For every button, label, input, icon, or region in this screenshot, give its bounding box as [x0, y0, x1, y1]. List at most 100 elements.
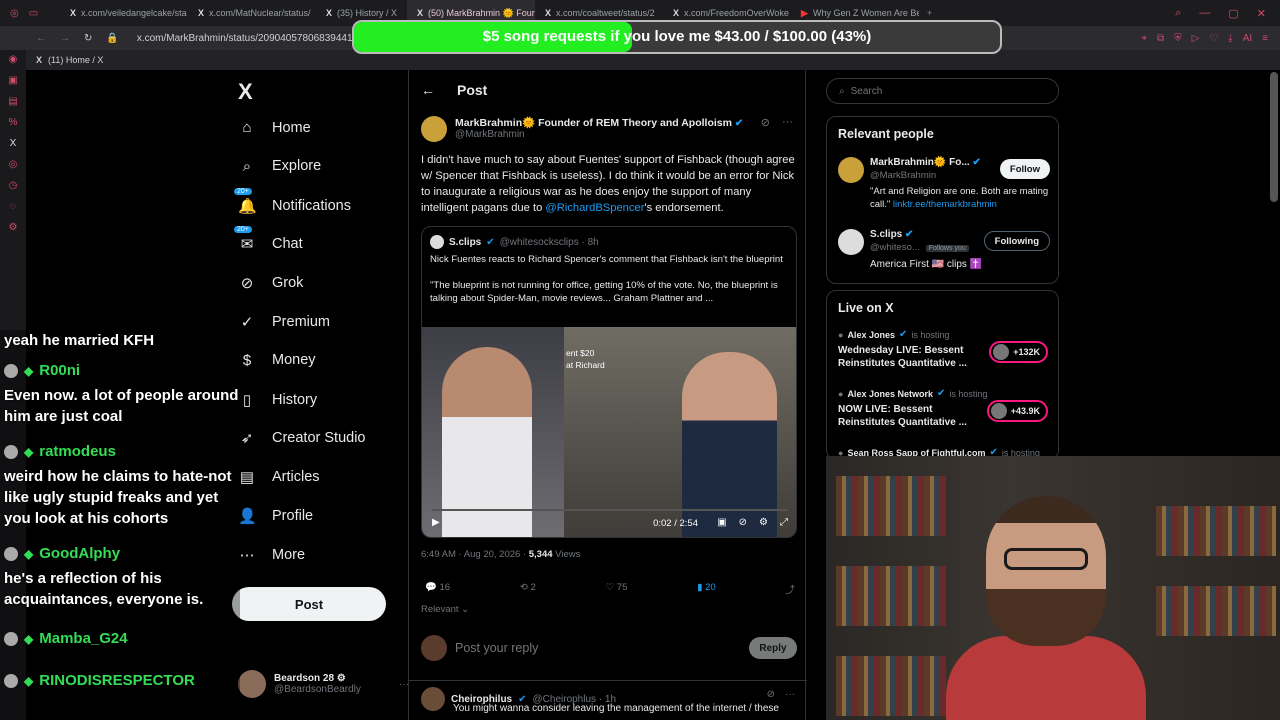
grok-icon[interactable]: ⊘ — [767, 689, 775, 700]
shield-icon[interactable]: ⛨ — [1174, 33, 1182, 44]
live-space[interactable]: ● Alex Jones Network ✔ is hosting NOW LIVE: … — [838, 388, 1050, 429]
settings-icon[interactable]: ⚙ — [9, 222, 18, 233]
nav-item-notifications[interactable]: 🔔 20+ Notifications — [234, 187, 351, 215]
captions-icon[interactable]: ▣ — [717, 517, 726, 528]
following-button[interactable]: Following — [983, 231, 1050, 251]
follow-button[interactable]: Follow — [999, 159, 1050, 179]
quoted-post[interactable]: S.clips ✔ @whitesocksclips · 8h Nick Fue… — [421, 226, 797, 538]
settings-icon[interactable]: ⚙ — [759, 517, 768, 528]
x-logo[interactable]: X — [238, 79, 253, 105]
reply-sort-dropdown[interactable]: Relevant ⌄ — [421, 604, 469, 615]
ai-icon[interactable]: AI — [1243, 33, 1252, 44]
heart-icon[interactable]: ♡ — [1209, 33, 1218, 44]
mute-icon[interactable]: ⊘ — [739, 517, 747, 528]
person-bio: America First 🇺🇸 clips ✝️ — [870, 259, 983, 270]
avatar — [421, 635, 447, 661]
post-author-name[interactable]: MarkBrahmin🌞 Founder of REM Theory and A… — [455, 117, 732, 129]
workspace-icon[interactable]: ▭ — [29, 8, 38, 19]
more-icon[interactable]: ··· — [785, 689, 795, 700]
account-switcher[interactable]: Beardson 28 ⚙ @BeardsonBeardly ··· — [238, 670, 409, 698]
address-input[interactable]: x.com/MarkBrahmin/status/209040578068394… — [131, 33, 364, 44]
quote-handle: @whitesocksclips · 8h — [499, 236, 599, 248]
nav-item-premium[interactable]: ✓ Premium — [238, 313, 330, 331]
more-icon[interactable]: ··· — [782, 116, 793, 129]
grok-icon[interactable]: ⊘ — [761, 116, 770, 129]
reply-submit-button[interactable]: Reply — [749, 637, 797, 659]
view-count: 5,344 — [528, 549, 553, 560]
sidebar-app-icon[interactable]: ◉ — [9, 54, 18, 65]
browser-tab-label: x.com/FreedomOverWoke — [684, 8, 789, 18]
search-input[interactable]: ⌕ Search — [826, 78, 1059, 104]
nav-item-grok[interactable]: ⊘ Grok — [238, 274, 304, 292]
hamburger-icon[interactable]: ≡ — [1262, 33, 1268, 44]
live-listener-pill[interactable]: +43.9K — [986, 400, 1048, 422]
menu-icon[interactable]: ◎ — [10, 8, 19, 19]
nav-item-more[interactable]: ⋯ More — [238, 546, 306, 564]
new-tab-icon[interactable]: + — [919, 8, 940, 18]
reply-input[interactable]: Post your reply — [455, 641, 741, 655]
nav-item-chat[interactable]: ✉ 20+ Chat — [234, 226, 303, 253]
views-label: Views — [552, 549, 581, 560]
x-app-icon[interactable]: X — [10, 138, 17, 149]
forward-icon[interactable]: → — [60, 33, 70, 44]
reply-button[interactable]: 💬 16 — [425, 582, 450, 596]
video-progress[interactable] — [432, 509, 788, 511]
x-favicon-icon: X — [198, 8, 205, 18]
post-timestamp[interactable]: 6:49 AM · Aug 20, 2026 · — [421, 549, 529, 560]
browser-tab[interactable]: Xx.com/MatNuclear/status/ — [188, 0, 316, 26]
nav-item-explore[interactable]: ⌕ Explore — [238, 158, 321, 175]
close-window-icon[interactable]: ✕ — [1257, 7, 1266, 20]
nav-item-home[interactable]: ⌂ Home — [238, 119, 310, 136]
post-author-handle[interactable]: @MarkBrahmin — [455, 129, 743, 140]
nav-item-money[interactable]: $ Money — [238, 352, 316, 369]
avatar[interactable] — [421, 116, 447, 142]
live-listener-pill[interactable]: +132K — [989, 341, 1048, 363]
download-icon[interactable]: ⤓ — [1228, 33, 1232, 44]
reload-icon[interactable]: ↻ — [84, 33, 92, 44]
page-scrollbar[interactable] — [1270, 72, 1278, 202]
extension-icon[interactable]: ⌖ — [1141, 33, 1147, 44]
video-frame-left — [422, 327, 564, 537]
nav-item-profile[interactable]: 👤 Profile — [238, 507, 313, 525]
repost-button[interactable]: ⟲ 2 — [520, 582, 536, 596]
avatar[interactable] — [421, 687, 445, 711]
nav-item-creator-studio[interactable]: ➶ Creator Studio — [238, 429, 366, 447]
back-arrow-icon[interactable]: ← — [421, 82, 435, 98]
chat-user-name: ratmodeus — [39, 443, 116, 460]
like-button[interactable]: ♡ 75 — [606, 582, 628, 596]
notification-badge: 20+ — [234, 187, 252, 195]
twitch-icon[interactable]: ▤ — [8, 96, 17, 107]
play-icon[interactable]: ▶ — [432, 517, 440, 528]
post-author-name-row[interactable]: MarkBrahmin🌞 Founder of REM Theory and A… — [455, 116, 743, 129]
bookmark-home[interactable]: (11) Home / X — [48, 55, 103, 65]
chat-badge-icon: ◆ — [24, 631, 34, 646]
minimize-icon[interactable]: — — [1199, 7, 1210, 20]
maximize-icon[interactable]: ▢ — [1228, 7, 1238, 20]
reply-post[interactable]: Cheirophilus ✔ @Cheirophlus · 1h ⊘ ··· Yo… — [409, 680, 807, 720]
mention-link[interactable]: @RichardBSpencer — [545, 202, 644, 214]
fullscreen-icon[interactable]: ⤢ — [780, 517, 788, 528]
person-name-row: S.clips ✔ — [870, 229, 913, 240]
articles-icon: ▤ — [238, 468, 256, 486]
video-player[interactable]: ent $20 at Richard ▶ 0:02 / 2:54 ▣ ⊘ ⚙ ⤢ — [422, 327, 796, 537]
nav-item-history[interactable]: ▯ History — [238, 391, 317, 409]
back-icon[interactable]: ← — [36, 33, 46, 44]
share-icon[interactable]: ⧉ — [1157, 33, 1164, 44]
search-tabs-icon[interactable]: ⌕ — [1175, 7, 1181, 20]
reply-menu: ⊘ ··· — [767, 689, 795, 700]
sidebar-app-icon[interactable]: % — [9, 117, 18, 128]
live-space[interactable]: ● Alex Jones ✔ is hosting Wednesday LIVE: Be… — [838, 329, 1050, 370]
browser-tab[interactable]: Xx.com/veiledangelcake/sta — [60, 0, 188, 26]
share-icon[interactable]: ⤴ — [785, 582, 795, 596]
browser-tab-label: x.com/coaltweet/status/2 — [556, 8, 655, 18]
bio-link[interactable]: linktr.ee/themarkbrahmin — [893, 199, 997, 210]
nav-item-articles[interactable]: ▤ Articles — [238, 468, 320, 486]
history-icon[interactable]: ◷ — [9, 180, 18, 191]
compose-post-button[interactable]: Post — [232, 587, 386, 621]
play-icon[interactable]: ▷ — [1192, 33, 1200, 44]
bookmark-button[interactable]: ▮ 20 — [697, 582, 715, 596]
sidebar-app-icon[interactable]: ▣ — [8, 75, 17, 86]
sidebar-app-icon[interactable]: ◎ — [9, 159, 18, 170]
sidebar-app-icon[interactable]: ◌ — [10, 201, 16, 212]
nav-label: Articles — [272, 469, 320, 486]
